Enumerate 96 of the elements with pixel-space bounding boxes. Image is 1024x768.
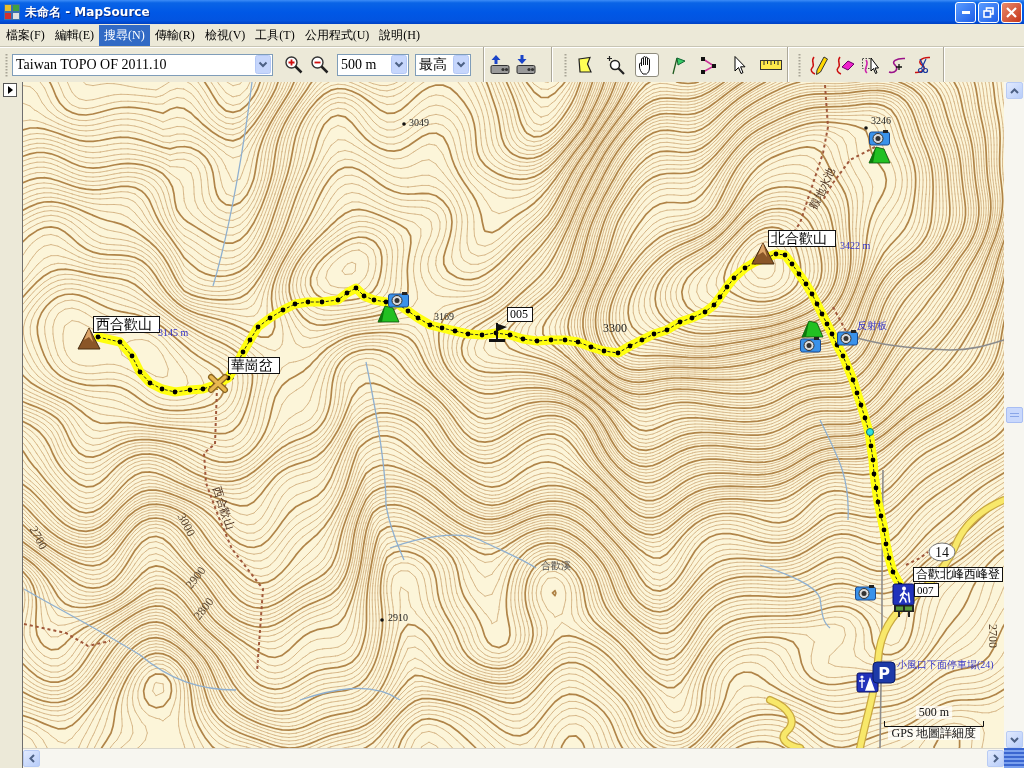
menu-item[interactable]: 公用程式(U) [299,25,375,46]
trail-name: 觀地水池 [806,165,838,211]
close-button[interactable] [1001,1,1022,23]
map-product-dropdown[interactable]: Taiwan TOPO OF 2011.10 [12,53,273,76]
tent-icon [868,146,891,164]
waypoint-label: 華崗岔 [228,357,280,375]
menu-item[interactable]: 傳輸(R) [149,25,200,46]
pan-tool-button[interactable] [635,52,659,77]
restore-icon [983,6,994,18]
scissors-curve-icon [913,54,933,75]
zoom-out-button[interactable] [308,53,330,76]
spot-height-label: 2910 [388,612,408,623]
track-point-icon [866,428,874,436]
device-arrow-up-icon [490,55,510,74]
ruler-icon [760,59,782,70]
menu-item[interactable]: 檢視(V) [199,25,251,46]
minimize-button[interactable] [955,1,976,23]
chevron-down-icon [255,55,271,74]
scale-dropdown[interactable]: 500 m [337,53,409,76]
restore-button[interactable] [978,1,999,23]
menu-item[interactable]: 編輯(E) [49,25,99,46]
waypoint-label: 005 [507,307,533,323]
waypoint-label: 西合歡山 [93,316,160,334]
receive-from-device-button[interactable] [489,53,511,76]
triangle-right-icon [7,86,13,94]
waypoint-label: 北合歡山 [768,230,836,248]
route-nodes-icon [699,54,719,75]
minimize-icon [961,10,970,14]
place-label: 反射板 [857,320,887,331]
stream-line [759,564,831,629]
zoom-in-icon [283,55,303,74]
scroll-down-button[interactable] [1005,731,1023,748]
chevron-right-icon [992,754,999,763]
spot-height-icon [380,618,384,622]
scrollbar-thumb[interactable] [1005,407,1023,423]
expand-panel-button[interactable] [3,83,17,97]
scroll-left-button[interactable] [23,750,40,767]
pencil-curve-icon [809,54,829,75]
zoom-icon [606,54,626,75]
chevron-down-icon [453,55,469,74]
road-line [766,696,804,748]
chevron-left-icon [28,754,35,763]
zoom-out-icon [309,55,329,74]
menu-item[interactable]: 搜尋(N) [99,25,150,46]
spot-height-label: 3246 [871,115,891,126]
camera-icon [388,292,409,308]
scroll-up-button[interactable] [1005,82,1023,99]
route-shield: 14 [928,542,956,562]
device-arrow-down-icon [516,55,536,74]
grip-icon[interactable] [564,52,567,77]
spot-height-icon [864,126,868,130]
vertical-scrollbar[interactable] [1004,82,1024,748]
window-title: 未命名 - MapSource [25,3,151,21]
eraser-curve-icon [835,54,855,75]
spot-height-label: 3049 [409,117,429,128]
spot-height-icon [230,376,234,380]
camera-icon [855,585,876,601]
grip-icon[interactable] [798,52,801,77]
menu-item[interactable]: 檔案(F) [1,25,50,46]
close-icon [1006,6,1017,18]
hiker-icon [892,583,915,606]
x-mark-icon [208,374,228,393]
signpost-icon [894,605,914,617]
contour-label: 3000 [174,511,198,539]
chevron-down-icon [1009,736,1019,743]
elevation-label: 3300 [603,322,627,336]
send-to-device-button[interactable] [515,53,537,76]
menu-item[interactable]: 工具(T) [250,25,300,46]
waypoint-label: 007 [914,583,939,598]
detail-dropdown[interactable]: 最高 [415,53,471,76]
chevron-up-icon [1009,87,1019,94]
parking-sign: P [872,661,896,684]
camera-icon [869,130,890,146]
tent-icon [801,320,824,338]
size-grip[interactable] [1004,748,1024,768]
grip-icon[interactable] [5,52,8,77]
trail-name: 西合歡山 [211,485,237,531]
trail-line [832,306,848,334]
waypoint-label: 合歡北峰西峰登 [913,567,1003,583]
trail-line [905,551,929,566]
map-detail-label: GPS 地圖詳細度 [888,727,980,740]
app-icon [4,4,20,20]
menu-item[interactable]: 說明(H) [374,25,425,46]
camera-icon [837,330,858,346]
polygon-icon [575,54,595,75]
flag-icon [489,323,507,342]
camera-icon [800,337,821,353]
zoom-in-button[interactable] [282,53,304,76]
scroll-right-button[interactable] [987,750,1004,767]
chevron-down-icon [391,55,407,74]
spot-height-icon [402,122,406,126]
scale-distance: 500 m [915,706,953,719]
tent-icon [377,305,400,323]
contour-label: 2700 [985,624,999,648]
contour-label: 2700 [26,524,50,552]
horizontal-scrollbar[interactable] [23,748,1004,768]
